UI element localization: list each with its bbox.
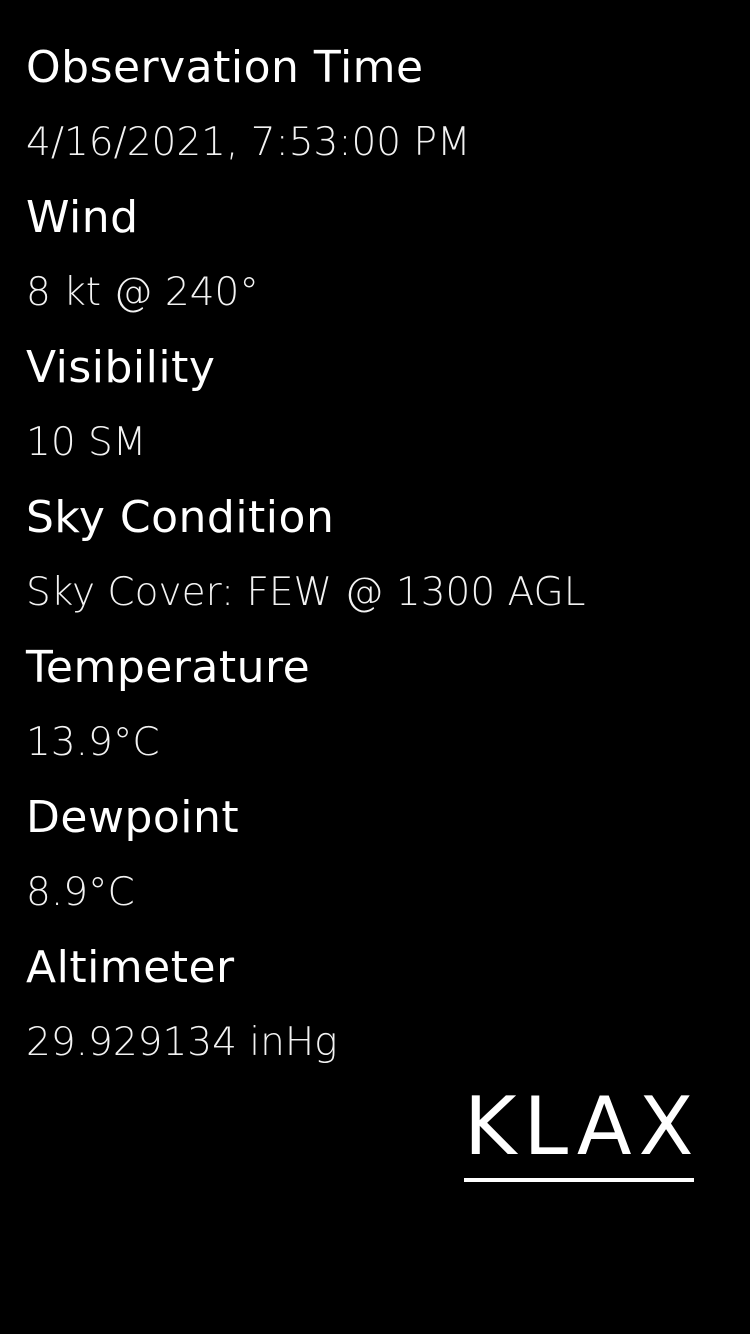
dewpoint-value: 8.9°C [26, 870, 135, 915]
sky-condition-value: Sky Cover: FEW @ 1300 AGL [26, 570, 586, 615]
sky-condition-item: Sky Condition Sky Cover: FEW @ 1300 AGL [26, 488, 726, 638]
temperature-label: Temperature [26, 642, 311, 693]
station-code: KLAX [464, 1080, 701, 1173]
sky-condition-label: Sky Condition [26, 492, 335, 543]
dewpoint-item: Dewpoint 8.9°C [26, 788, 726, 938]
wind-label: Wind [26, 192, 139, 243]
observation-time-label: Observation Time [26, 42, 424, 93]
altimeter-item: Altimeter 29.929134 inHg [26, 938, 726, 1088]
visibility-item: Visibility 10 SM [26, 338, 726, 488]
altimeter-value: 29.929134 inHg [26, 1020, 338, 1065]
altimeter-label: Altimeter [26, 942, 235, 993]
temperature-value: 13.9°C [26, 720, 160, 765]
wind-value: 8 kt @ 240° [26, 270, 259, 315]
dewpoint-label: Dewpoint [26, 792, 240, 843]
temperature-item: Temperature 13.9°C [26, 638, 726, 788]
wind-item: Wind 8 kt @ 240° [26, 188, 726, 338]
visibility-label: Visibility [26, 342, 216, 393]
observation-time-item: Observation Time 4/16/2021, 7:53:00 PM [26, 38, 726, 188]
observation-list: Observation Time 4/16/2021, 7:53:00 PM W… [26, 38, 726, 1088]
observation-time-value: 4/16/2021, 7:53:00 PM [26, 120, 471, 165]
station-underline [464, 1178, 694, 1182]
visibility-value: 10 SM [26, 420, 147, 465]
station-code-link[interactable]: KLAX [464, 1080, 701, 1182]
